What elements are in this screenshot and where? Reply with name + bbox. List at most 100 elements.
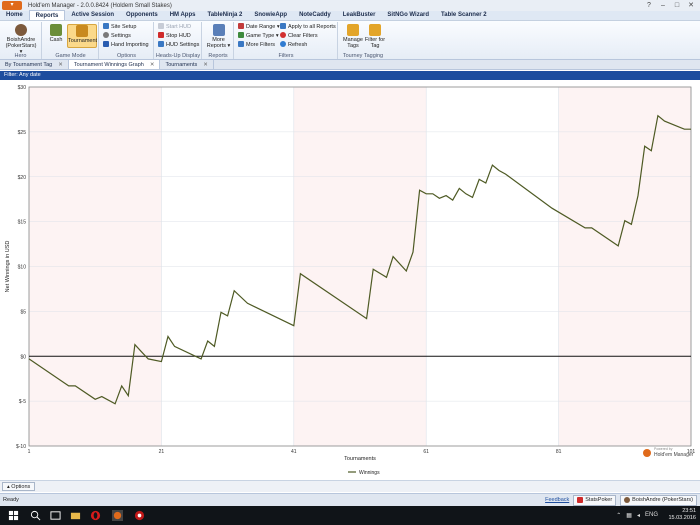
tab-opponents[interactable]: Opponents (120, 10, 164, 20)
clear-filters-button[interactable]: Clear Filters (280, 32, 318, 41)
filter-icon (238, 41, 244, 47)
manage-tags-button[interactable]: Manage Tags (341, 24, 365, 49)
search-icon[interactable] (30, 510, 41, 521)
ribbon: BoishAndre (PokerStars) ▾ Hero Cash Tour… (0, 21, 700, 60)
tab-tournaments[interactable]: Tournaments ✕ (160, 60, 214, 69)
app-menu-button[interactable]: ▾ (2, 1, 22, 10)
x-tick-label: 61 (423, 449, 429, 455)
tournament-button[interactable]: Tournament (67, 24, 97, 48)
y-tick-label: $-5 (19, 399, 26, 405)
globe-icon (103, 23, 109, 29)
network-icon[interactable]: ▦ (626, 512, 632, 519)
help-icon[interactable]: ? (642, 0, 656, 11)
hm-logo-icon (643, 449, 651, 457)
group-hero: BoishAndre (PokerStars) ▾ Hero (0, 22, 42, 59)
import-icon (103, 41, 109, 47)
ribbon-tabs: Home Reports Active Session Opponents HM… (0, 10, 700, 21)
winnings-graph: $30 $25 $20 $15 $10 $5 $0 $-5 $-10 1 21 41 61 81 101 … (0, 81, 700, 479)
window-title: Hold'em Manager - 2.0.0.8424 (Holdem Sma… (28, 2, 172, 9)
y-tick-label: $30 (18, 85, 27, 91)
tab-table-scanner[interactable]: Table Scanner 2 (435, 10, 493, 20)
tab-sitngo-wizard[interactable]: SitNGo Wizard (381, 10, 435, 20)
close-tab-icon[interactable]: ✕ (58, 62, 63, 68)
group-tourney-tagging: Manage Tags Filter for Tag Tourney Taggi… (339, 22, 387, 59)
play-icon (158, 23, 164, 29)
status-bar: Ready Feedback StatsPoker BoishAndre (Po… (0, 493, 700, 506)
status-text: Ready (3, 497, 19, 503)
tab-by-tournament-tag[interactable]: By Tournament Tag ✕ (0, 60, 69, 69)
tab-tournament-winnings-graph[interactable]: Tournament Winnings Graph ✕ (68, 60, 161, 69)
more-filters-button[interactable]: More Filters (238, 41, 275, 50)
x-axis-label: Tournaments (344, 456, 376, 462)
group-filters: Date Range ▾ Game Type ▾ More Filters Ap… (235, 22, 338, 59)
close-tab-icon[interactable]: ✕ (203, 62, 208, 68)
hero-selector[interactable]: BoishAndre (PokerStars) ▾ (4, 24, 38, 55)
refresh-button[interactable]: Refresh (280, 41, 307, 50)
folder-icon[interactable] (70, 510, 81, 521)
clock[interactable]: 23:51 15.03.2016 (668, 508, 696, 522)
logo-small-text: Powered by (654, 447, 673, 451)
keyboard-language[interactable]: ENG (645, 512, 658, 519)
filter-bar: Filter: Any date (0, 71, 700, 80)
refresh-icon (280, 41, 286, 47)
pokerstars-icon[interactable] (134, 510, 145, 521)
date-range-button[interactable]: Date Range ▾ (238, 23, 280, 32)
legend-label: Winnings (359, 470, 380, 476)
hud-settings-button[interactable]: HUD Settings (158, 41, 199, 50)
close-tab-icon[interactable]: ✕ (150, 62, 155, 68)
x-tick-label: 81 (556, 449, 562, 455)
game-type-button[interactable]: Game Type ▾ (238, 32, 279, 41)
filter-for-tag-button[interactable]: Filter for Tag (364, 24, 386, 49)
tab-notecaddy[interactable]: NoteCaddy (293, 10, 337, 20)
y-tick-label: $10 (18, 265, 27, 271)
x-tick-label: 1 (28, 449, 31, 455)
group-reports: More Reports ▾ Reports (203, 22, 234, 59)
tray-arrow-icon[interactable]: ⌃ (616, 512, 621, 519)
y-tick-label: $20 (18, 175, 27, 181)
player-status[interactable]: BoishAndre (PokerStars) (620, 494, 697, 506)
more-reports-button[interactable]: More Reports ▾ (204, 24, 233, 49)
options-bar: ▴ Options (0, 480, 700, 492)
winnings-chart: $30$25$20$15$10$5$0$-5$-10 1 21 41 61 81 101 … (5, 85, 695, 476)
statspoker-button[interactable]: StatsPoker (573, 494, 617, 506)
tag-icon (347, 24, 359, 36)
holdem-manager-taskbar-icon[interactable] (112, 510, 123, 521)
minimize-icon[interactable]: – (656, 0, 670, 11)
apply-icon (280, 23, 286, 29)
task-view-icon[interactable] (50, 510, 61, 521)
options-button[interactable]: ▴ Options (2, 482, 36, 491)
cards-icon (238, 32, 244, 38)
opera-icon[interactable] (90, 510, 101, 521)
settings-button[interactable]: Settings (103, 32, 131, 41)
tab-hm-apps[interactable]: HM Apps (164, 10, 202, 20)
volume-icon[interactable]: ◂ (637, 512, 640, 519)
x-tick-label: 41 (291, 449, 297, 455)
trophy-icon (76, 25, 88, 37)
stop-hud-button[interactable]: Stop HUD (158, 32, 191, 41)
apply-all-reports-button[interactable]: Apply to all Reports (280, 23, 336, 32)
tab-home[interactable]: Home (0, 10, 29, 20)
start-hud-button[interactable]: Start HUD (158, 23, 191, 32)
site-setup-button[interactable]: Site Setup (103, 23, 136, 32)
tab-active-session[interactable]: Active Session (65, 10, 120, 20)
y-tick-label: $-10 (16, 444, 26, 450)
cash-icon (50, 24, 62, 36)
group-game-mode: Cash Tournament Game Mode (43, 22, 99, 59)
maximize-icon[interactable]: □ (670, 0, 684, 11)
group-hud: Start HUD Stop HUD HUD Settings Heads-Up… (155, 22, 202, 59)
clear-icon (280, 32, 286, 38)
close-icon[interactable]: ✕ (684, 0, 698, 11)
windows-start-icon[interactable] (8, 510, 19, 521)
tab-reports[interactable]: Reports (28, 10, 66, 20)
feedback-link[interactable]: Feedback (545, 494, 569, 506)
hand-importing-button[interactable]: Hand Importing (103, 41, 149, 50)
document-tabs: By Tournament Tag ✕ Tournament Winnings G… (0, 60, 700, 70)
cash-button[interactable]: Cash (45, 24, 67, 48)
tab-leakbuster[interactable]: LeakBuster (337, 10, 382, 20)
y-tick-label: $0 (20, 354, 26, 360)
hud-icon (158, 41, 164, 47)
tab-snowieapp[interactable]: SnowieApp (248, 10, 293, 20)
calendar-icon (238, 23, 244, 29)
tab-tableninja[interactable]: TableNinja 2 (201, 10, 248, 20)
logo-text: Hold'em Manager (654, 452, 694, 458)
